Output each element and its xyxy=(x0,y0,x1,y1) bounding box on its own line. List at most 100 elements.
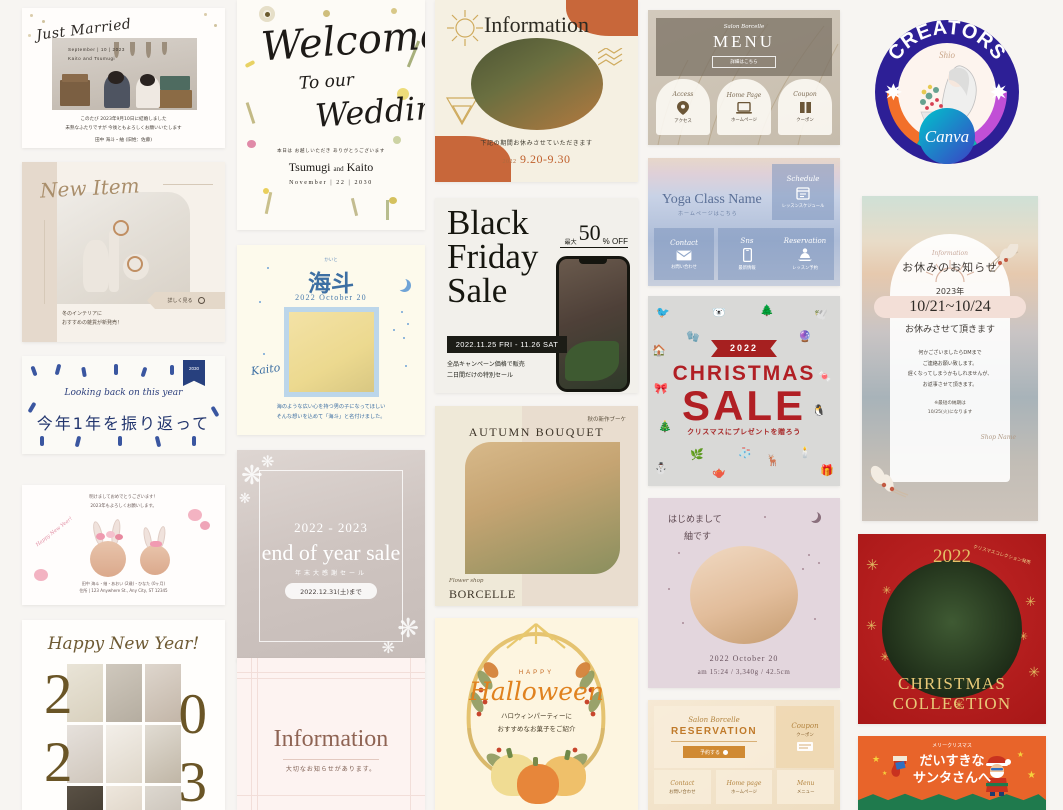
template-card-kaito-birth[interactable]: かいと 海斗 2022 October 20 Kaito 海のような広い心を持つ… xyxy=(237,245,425,435)
template-card-newborn[interactable]: はじめまして 紬です 2022 October 20 am 15:24 / 3,… xyxy=(648,498,840,688)
template-card-information-holiday[interactable]: Information 下記の期間お休みさせていただきます 2022 9.20-… xyxy=(435,0,638,182)
mail-icon xyxy=(676,250,692,260)
snowflake-icon: ❋ xyxy=(261,454,275,471)
detail-button[interactable]: 詳細はこちら xyxy=(712,56,776,68)
reservation-title: RESERVATION xyxy=(671,726,757,737)
template-card-santa-banner[interactable]: ★ ★ ★ ★ メリークリスマス だいすきな サンタさんへ xyxy=(858,736,1046,810)
footnote-line-1: 全品キャンペーン価格で販売 xyxy=(447,361,525,368)
shop-name: BORCELLE xyxy=(449,587,516,601)
reservation-tile-contact[interactable]: Contact お問い合わせ xyxy=(654,770,711,804)
bird-icon: 🐦 xyxy=(656,307,670,319)
reserve-button[interactable]: 予約する xyxy=(683,746,745,758)
mitten-icon: 🧤 xyxy=(686,331,700,343)
menu-tile-coupon[interactable]: Coupon クーポン xyxy=(778,79,832,135)
template-card-black-friday[interactable]: Black Friday Sale 最大 50 % OFF 2022.11.25… xyxy=(435,198,638,393)
template-card-new-item[interactable]: New Item 詳しく見る 冬のインテリアに おすすめの雑貨が新発売！ xyxy=(22,162,225,342)
reservation-tiles: Contact お問い合わせ Home page ホームページ Menu メニュ… xyxy=(654,770,835,804)
candle-icon: 🕯️ xyxy=(798,447,812,459)
card-eyebrow: 秋の新作ブーケ xyxy=(587,417,626,423)
sale-deadline-pill: 2022.12.31(土)まで xyxy=(285,583,377,599)
template-card-happy-new-year[interactable]: Happy New Year! 2 0 2 3 xyxy=(22,620,225,810)
card-footer: 田中 海斗・紬・あおい (2歳)・ひなた (0ヶ月) 住所 | 123 Anyw… xyxy=(22,580,225,595)
yoga-subtitle: ホームページはこちら xyxy=(678,211,738,217)
menu-tile-access[interactable]: Access アクセス xyxy=(656,79,710,135)
template-card-yoga-class[interactable]: Yoga Class Name ホームページはこちら Schedule レッスン… xyxy=(648,158,840,286)
name-a: Tsumugi xyxy=(288,160,331,174)
stocking-icon: 🧦 xyxy=(738,447,752,459)
reservation-tile-homepage[interactable]: Home page ホームページ xyxy=(715,770,773,804)
template-card-holiday-notice-story[interactable]: Information お休みのお知らせ 2023年 10/21~10/24 お… xyxy=(862,196,1038,521)
template-card-reservation[interactable]: Salon Borcelle RESERVATION 予約する Coupon ク… xyxy=(648,700,840,810)
body-line-1: ハロウィンパーティーに xyxy=(500,712,573,720)
yoga-tile-reservation[interactable]: Reservation レッスン予約 xyxy=(776,228,834,280)
yoga-tile-schedule[interactable]: Schedule レッスンスケジュール xyxy=(772,164,834,220)
sale-years: 2022 - 2023 xyxy=(294,520,368,535)
collection-line-2: COLLECTION xyxy=(892,694,1012,713)
divider xyxy=(560,247,628,248)
teapot-icon: 🫖 xyxy=(712,467,726,479)
canva-creators-badge[interactable]: Shio CREATORS Canva xyxy=(873,18,1021,166)
sale-footnote: 全品キャンペーン価格で販売 二日間だけの特別セール xyxy=(447,360,525,382)
body-line-1: 何かございましたらDMまで xyxy=(918,350,982,356)
template-card-looking-back[interactable]: 2030 Looking back on this year 今年1年を振り返っ… xyxy=(22,356,225,454)
artist-signature: Shio xyxy=(939,50,956,60)
snowman-icon: ⛄ xyxy=(654,463,668,475)
template-card-christmas-sale[interactable]: 🐦 🐻‍❄️ 🌲 🕊️ 🧤 🔮 🏠 🍬 🎀 🎄 🐧 🌿 🧦 🦌 🕯️ 🎁 🫖 ⛄… xyxy=(648,296,840,486)
coupon-tile[interactable]: Coupon クーポン xyxy=(776,706,834,768)
card-jp-line: 下記の期間お休みさせていただきます xyxy=(480,140,593,147)
yoga-tile-sns[interactable]: Sns 最新情報 xyxy=(718,228,776,280)
card-caption: 冬のインテリアに おすすめの雑貨が新発売！ xyxy=(62,310,122,327)
snowflake-icon: ❋ xyxy=(239,490,251,506)
tile-script: Home Page xyxy=(726,91,762,99)
model-photo xyxy=(471,38,603,130)
card-title: Happy New Year! xyxy=(47,634,200,654)
baby-photo-2 xyxy=(140,545,170,575)
furigana: かいと xyxy=(324,258,338,263)
sale-tagline: クリスマスにプレゼントを贈ろう xyxy=(687,428,801,436)
pin-icon xyxy=(677,100,689,115)
name-conjunction: and xyxy=(333,165,344,173)
yoga-tile-contact[interactable]: Contact お問い合わせ xyxy=(654,228,714,280)
tile-script: Menu xyxy=(796,779,815,787)
collection-line-1: CHRISTMAS xyxy=(897,674,1007,693)
shop-label: Flower shop xyxy=(449,578,484,584)
template-card-autumn-bouquet[interactable]: 秋の新作ブーケ AUTUMN BOUQUET Flower shop BORCE… xyxy=(435,406,638,606)
name-b: Kaito xyxy=(346,160,374,174)
couple-names: Tsumugi and Kaito xyxy=(237,160,425,175)
year-digit-3: 3 xyxy=(178,751,208,810)
pumpkin-stem xyxy=(533,757,538,766)
halloween-body: ハロウィンパーティーに おすすめなお菓子をご紹介 xyxy=(435,710,638,736)
discount-value: 50 xyxy=(578,220,601,245)
tile-script: Coupon xyxy=(793,91,817,98)
snowglobe-icon: 🔮 xyxy=(798,331,812,343)
bf-line-1: Black xyxy=(447,203,529,242)
tile-label: お問い合わせ xyxy=(669,789,696,795)
reindeer-icon: 🦌 xyxy=(766,455,780,467)
template-card-christmas-collection[interactable]: ✳ ✳ ✳ ✳ ✳ ✳ ✳ ✳ 2022 クリスマスコレクション発売 CHRIS… xyxy=(858,534,1046,724)
wedding-date: September | 10 | 2023 xyxy=(68,47,125,52)
greeting-line-1: 明けましておめでとうございます！ xyxy=(89,495,158,500)
notice-note: ※最短の納期は 10/25(火)になります xyxy=(862,399,1038,417)
template-card-baby-new-year[interactable]: 明けましておめでとうございます！ 2023年もよろしくお願いします。 Happy… xyxy=(22,485,225,605)
discount-suffix: % OFF xyxy=(602,237,628,246)
body-line-3: 遅くなってしまうかもしれませんが、 xyxy=(907,371,993,377)
template-card-salon-menu[interactable]: Salon Borcelle MENU 詳細はこちら Access アクセス H… xyxy=(648,10,840,145)
detail-button[interactable]: 詳しく見る xyxy=(147,292,225,309)
template-card-end-of-year-sale[interactable]: ❋ ❋ ❋ ❋ ❋ 2022 - 2023 end of year sale 年… xyxy=(237,450,425,662)
template-card-halloween[interactable]: HAPPY Halloween ハロウィンパーティーに おすすめなお菓子をご紹介 xyxy=(435,618,638,810)
notice-headline: お休みのお知らせ xyxy=(902,261,998,274)
card-subtitle: 大切なお知らせがあります。 xyxy=(285,766,377,773)
baby-photo-1 xyxy=(90,541,126,577)
template-card-information-pink[interactable]: Information 大切なお知らせがあります。 xyxy=(237,658,425,810)
sale-jp-sub: 年末大感謝セール xyxy=(294,570,367,577)
coupon-script: Coupon xyxy=(791,721,819,730)
menu-tile-homepage[interactable]: Home Page ホームページ xyxy=(717,79,771,135)
template-card-welcome-wedding[interactable]: Welcome To our Wedding 本日は お越しいただき ありがとう… xyxy=(237,0,425,230)
template-card-just-married[interactable]: Just Married September | 10 | 2023 Kaito… xyxy=(22,8,225,148)
welcome-line-3: Wedding xyxy=(313,87,425,135)
wedding-names: Kaito and Tsumugi xyxy=(68,55,116,61)
arrow-dot-icon xyxy=(723,749,728,755)
body-line-2: そんな想いを込めて「海斗」と名付けました。 xyxy=(276,413,386,420)
reservation-tile-menu[interactable]: Menu メニュー xyxy=(777,770,835,804)
gift-icon: 🎁 xyxy=(820,465,834,477)
